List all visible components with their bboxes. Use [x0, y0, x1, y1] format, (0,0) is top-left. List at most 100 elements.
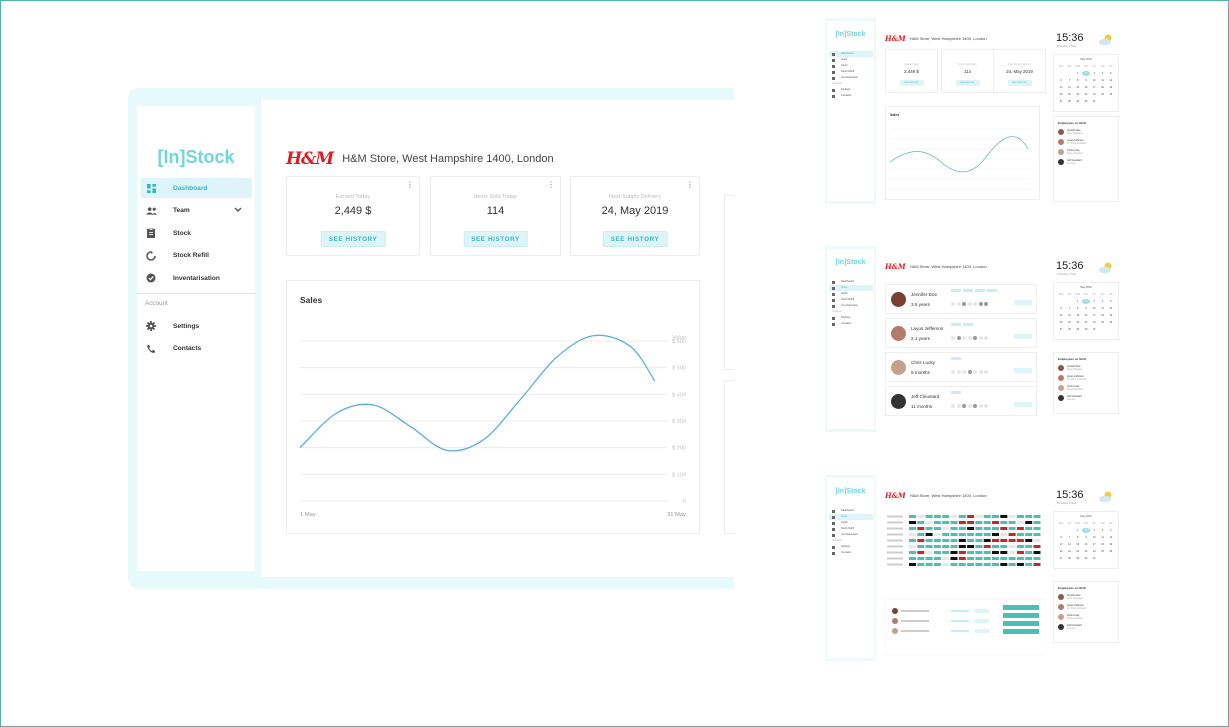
calendar-day[interactable]: 22 [1074, 549, 1082, 554]
calendar-day[interactable]: 10 [1090, 306, 1098, 311]
calendar-day[interactable]: 20 [1057, 320, 1065, 325]
calendar-day[interactable]: 21 [1065, 549, 1073, 554]
calendar-day[interactable]: 3 [1090, 528, 1098, 533]
see-history-button[interactable]: SEE HISTORY [602, 231, 668, 247]
calendar-day[interactable]: 25 [1098, 549, 1106, 554]
calendar-day[interactable]: 26 [1107, 320, 1115, 325]
calendar-day[interactable] [1098, 556, 1106, 561]
calendar-day[interactable]: 23 [1082, 549, 1090, 554]
calendar-day[interactable]: 12 [1107, 78, 1115, 83]
calendar-day[interactable]: 28 [1065, 99, 1073, 104]
calendar-day[interactable]: 29 [1074, 556, 1082, 561]
calendar-day[interactable]: 6 [1057, 78, 1065, 83]
calendar-day[interactable]: 31 [1090, 556, 1098, 561]
calendar-day[interactable]: 18 [1098, 85, 1106, 90]
calendar-day[interactable]: 10 [1090, 535, 1098, 540]
calendar-day[interactable]: 7 [1065, 535, 1073, 540]
calendar-day[interactable]: 29 [1074, 99, 1082, 104]
calendar-day[interactable] [1065, 299, 1073, 304]
sidebar-item-team[interactable]: Team [141, 201, 252, 221]
calendar-day[interactable]: 27 [1057, 556, 1065, 561]
calendar-day[interactable]: 2 [1081, 299, 1091, 304]
calendar-day[interactable]: 21 [1065, 320, 1073, 325]
calendar-day[interactable]: 19 [1107, 542, 1115, 547]
see-history-button[interactable]: SEE HISTORY [463, 231, 528, 247]
calendar-day[interactable]: 12 [1107, 306, 1115, 311]
calendar-day[interactable]: 29 [1074, 327, 1082, 332]
calendar-day[interactable]: 28 [1065, 556, 1073, 561]
calendar-day[interactable]: 20 [1057, 92, 1065, 97]
calendar-day[interactable] [1107, 556, 1115, 561]
see-history-button[interactable]: SEE HISTORY [320, 231, 386, 247]
calendar-day[interactable]: 17 [1090, 85, 1098, 90]
more-vert-icon[interactable]: ⋮ [686, 181, 694, 189]
calendar-day[interactable] [1065, 71, 1073, 76]
calendar-day[interactable]: 13 [1057, 542, 1065, 547]
calendar-day[interactable]: 11 [1098, 306, 1106, 311]
calendar-day[interactable] [1065, 528, 1073, 533]
calendar-day[interactable]: 30 [1082, 327, 1090, 332]
calendar-day[interactable]: 12 [1107, 535, 1115, 540]
calendar-day[interactable]: 13 [1057, 85, 1065, 90]
calendar-day[interactable]: 8 [1074, 535, 1082, 540]
calendar-day[interactable] [1107, 99, 1115, 104]
calendar-day[interactable]: 13 [1057, 313, 1065, 318]
calendar-day[interactable]: 9 [1082, 78, 1090, 83]
calendar-day[interactable]: 4 [1098, 299, 1106, 304]
calendar-day[interactable]: 21 [1065, 92, 1073, 97]
calendar-day[interactable]: 7 [1065, 78, 1073, 83]
calendar-day[interactable]: 17 [1090, 313, 1098, 318]
calendar-day[interactable]: 11 [1098, 535, 1106, 540]
calendar-day[interactable]: 5 [1107, 299, 1115, 304]
calendar-day[interactable]: 6 [1057, 306, 1065, 311]
calendar-day[interactable]: 16 [1082, 85, 1090, 90]
calendar-day[interactable]: 31 [1090, 327, 1098, 332]
calendar-day[interactable]: 1 [1074, 71, 1082, 76]
calendar-day[interactable]: 11 [1098, 78, 1106, 83]
calendar-day[interactable]: 30 [1082, 99, 1090, 104]
chevron-down-icon[interactable] [234, 206, 242, 215]
calendar-day[interactable]: 24 [1090, 320, 1098, 325]
calendar-day[interactable]: 8 [1074, 306, 1082, 311]
calendar-day[interactable]: 20 [1057, 549, 1065, 554]
calendar-day[interactable]: 9 [1082, 535, 1090, 540]
calendar-day[interactable]: 19 [1107, 313, 1115, 318]
calendar-day[interactable]: 10 [1090, 78, 1098, 83]
calendar-day[interactable]: 3 [1090, 299, 1098, 304]
calendar-day[interactable]: 19 [1107, 85, 1115, 90]
calendar-day[interactable]: 1 [1074, 299, 1082, 304]
calendar-day[interactable]: 26 [1107, 92, 1115, 97]
calendar-day[interactable] [1057, 299, 1065, 304]
calendar-day[interactable]: 7 [1065, 306, 1073, 311]
calendar-day[interactable]: 4 [1098, 71, 1106, 76]
calendar-day[interactable]: 25 [1098, 92, 1106, 97]
calendar-day[interactable]: 6 [1057, 535, 1065, 540]
calendar-day[interactable]: 4 [1098, 528, 1106, 533]
sidebar-item-stock-refill[interactable]: Stock Refill [141, 246, 252, 266]
calendar-day[interactable]: 24 [1090, 549, 1098, 554]
calendar-day[interactable]: 28 [1065, 327, 1073, 332]
calendar-day[interactable] [1107, 327, 1115, 332]
calendar-day[interactable]: 5 [1107, 528, 1115, 533]
calendar-day[interactable]: 23 [1082, 92, 1090, 97]
calendar-day[interactable]: 15 [1074, 542, 1082, 547]
calendar-day[interactable]: 2 [1081, 528, 1091, 533]
calendar-day[interactable]: 8 [1074, 78, 1082, 83]
calendar-day[interactable] [1057, 71, 1065, 76]
calendar-day[interactable]: 31 [1090, 99, 1098, 104]
sidebar-item-stock[interactable]: Stock [141, 223, 252, 243]
calendar-day[interactable]: 22 [1074, 92, 1082, 97]
calendar-day[interactable]: 26 [1107, 549, 1115, 554]
sidebar-item-dashboard[interactable]: Dashboard [141, 178, 252, 198]
calendar-day[interactable] [1057, 528, 1065, 533]
calendar-day[interactable]: 16 [1082, 313, 1090, 318]
calendar-day[interactable]: 23 [1082, 320, 1090, 325]
calendar-day[interactable]: 9 [1082, 306, 1090, 311]
calendar-day[interactable]: 15 [1074, 313, 1082, 318]
calendar-day[interactable]: 14 [1065, 542, 1073, 547]
calendar-day[interactable]: 1 [1074, 528, 1082, 533]
calendar-day[interactable]: 30 [1082, 556, 1090, 561]
calendar-day[interactable]: 14 [1065, 85, 1073, 90]
calendar-day[interactable]: 17 [1090, 542, 1098, 547]
calendar-day[interactable]: 18 [1098, 542, 1106, 547]
